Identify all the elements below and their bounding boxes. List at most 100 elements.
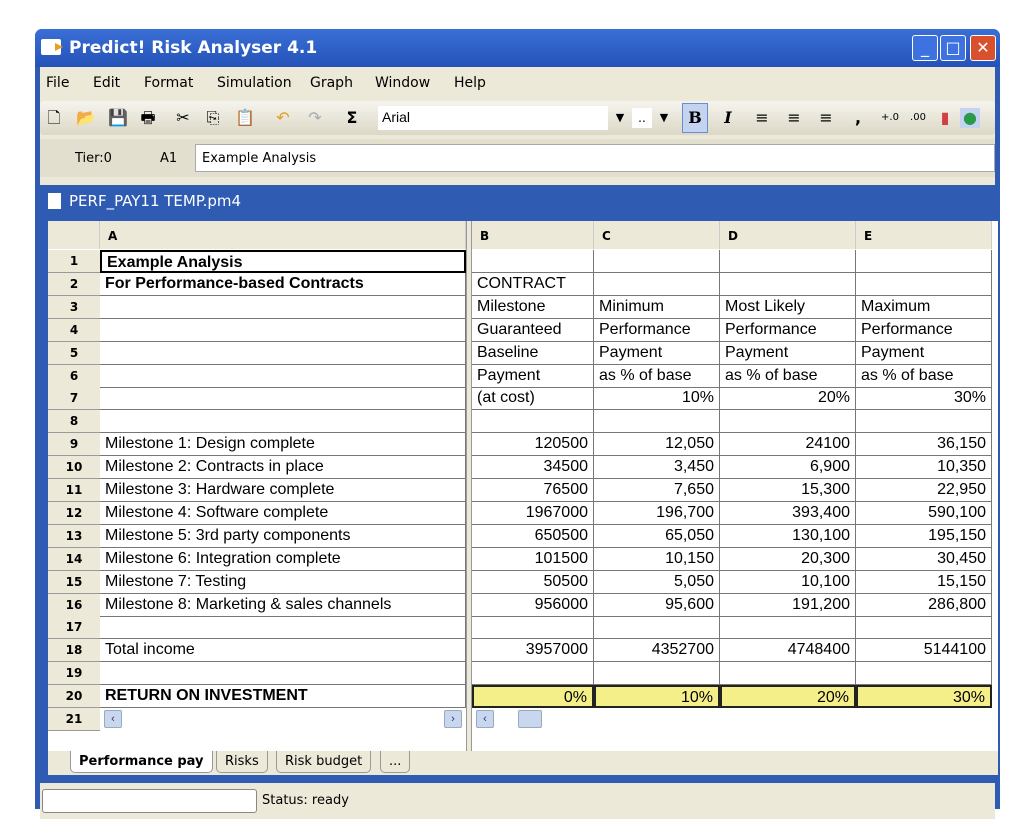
row-header[interactable]: 13 — [48, 524, 100, 548]
bold-button[interactable]: B — [682, 103, 708, 133]
maximize-button[interactable]: □ — [940, 35, 966, 61]
cell-a18[interactable]: Total income — [100, 639, 466, 663]
row-header[interactable]: 2 — [48, 272, 100, 296]
cell-b7[interactable]: (at cost) — [472, 387, 594, 411]
minimize-button[interactable]: _ — [912, 35, 938, 61]
tab-risk-budget[interactable]: Risk budget — [276, 751, 372, 773]
open-icon[interactable]: 📂 — [76, 108, 96, 128]
decrease-decimal-icon[interactable]: .00 — [908, 108, 928, 128]
cell-e9[interactable]: 36,150 — [856, 433, 992, 457]
cell-c20[interactable]: 10% — [594, 685, 720, 709]
cell-a13[interactable]: Milestone 5: 3rd party components — [100, 524, 466, 548]
cell-d5[interactable]: Payment — [720, 341, 856, 365]
cell-e14[interactable]: 30,450 — [856, 547, 992, 571]
scroll-left-button-right-pane[interactable]: ‹ — [476, 710, 494, 728]
cell-b15[interactable]: 50500 — [472, 570, 594, 594]
cell-a8[interactable] — [100, 410, 466, 434]
cell-e18[interactable]: 5144100 — [856, 639, 992, 663]
column-header[interactable]: B — [472, 221, 594, 249]
row-header[interactable]: 14 — [48, 547, 100, 571]
redo-icon[interactable]: ↷ — [305, 108, 325, 128]
cell-e20[interactable]: 30% — [856, 685, 992, 709]
cell-d2[interactable] — [720, 272, 856, 296]
cell-a9[interactable]: Milestone 1: Design complete — [100, 433, 466, 457]
scroll-right-button[interactable]: › — [444, 710, 462, 728]
row-header[interactable]: 8 — [48, 410, 100, 434]
scroll-left-button[interactable]: ‹ — [104, 710, 122, 728]
cell-e6[interactable]: as % of base — [856, 364, 992, 388]
menu-help[interactable]: Help — [454, 75, 486, 91]
cell-e19[interactable] — [856, 662, 992, 686]
cell-d20[interactable]: 20% — [720, 685, 856, 709]
cell-d1[interactable] — [720, 250, 856, 273]
tab-performance-pay[interactable]: Performance pay — [70, 751, 213, 773]
cell-b1[interactable] — [472, 250, 594, 273]
scrollbar-thumb[interactable] — [518, 710, 542, 728]
menu-format[interactable]: Format — [144, 75, 193, 91]
cell-a11[interactable]: Milestone 3: Hardware complete — [100, 479, 466, 502]
row-header[interactable]: 19 — [48, 662, 100, 686]
menu-graph[interactable]: Graph — [310, 75, 353, 91]
cell-c2[interactable] — [594, 272, 720, 296]
cell-c4[interactable]: Performance — [594, 318, 720, 342]
cell-e3[interactable]: Maximum — [856, 295, 992, 319]
cell-e15[interactable]: 15,150 — [856, 570, 992, 594]
row-header[interactable]: 1 — [48, 250, 100, 273]
cell-c15[interactable]: 5,050 — [594, 570, 720, 594]
copy-icon[interactable]: ⎘ — [203, 108, 223, 128]
cell-d3[interactable]: Most Likely — [720, 295, 856, 319]
row-header[interactable]: 16 — [48, 593, 100, 617]
align-left-icon[interactable]: ≡ — [752, 108, 772, 128]
tab-more[interactable]: ... — [380, 751, 411, 773]
cell-e11[interactable]: 22,950 — [856, 479, 992, 502]
cell-e5[interactable]: Payment — [856, 341, 992, 365]
cell-a3[interactable] — [100, 295, 466, 319]
cell-e7[interactable]: 30% — [856, 387, 992, 411]
formula-input[interactable] — [195, 144, 995, 172]
cell-d18[interactable]: 4748400 — [720, 639, 856, 663]
cell-d8[interactable] — [720, 410, 856, 434]
cell-d17[interactable] — [720, 616, 856, 640]
row-header[interactable]: 17 — [48, 616, 100, 640]
font-dropdown-icon[interactable]: ▼ — [610, 108, 630, 128]
row-header[interactable]: 4 — [48, 318, 100, 342]
cell-c9[interactable]: 12,050 — [594, 433, 720, 457]
cell-e2[interactable] — [856, 272, 992, 296]
cell-b17[interactable] — [472, 616, 594, 640]
chart-icon[interactable]: ▮ — [935, 108, 955, 128]
cell-b6[interactable]: Payment — [472, 364, 594, 388]
column-header[interactable]: E — [856, 221, 992, 249]
cell-b12[interactable]: 1967000 — [472, 501, 594, 525]
cell-e17[interactable] — [856, 616, 992, 640]
pane-splitter[interactable] — [466, 221, 472, 751]
cell-e12[interactable]: 590,100 — [856, 501, 992, 525]
cell-d11[interactable]: 15,300 — [720, 479, 856, 502]
cell-d10[interactable]: 6,900 — [720, 456, 856, 480]
increase-decimal-icon[interactable]: +.0 — [880, 108, 900, 128]
row-header[interactable]: 11 — [48, 479, 100, 502]
cell-b18[interactable]: 3957000 — [472, 639, 594, 663]
align-right-icon[interactable]: ≡ — [816, 108, 836, 128]
cell-b19[interactable] — [472, 662, 594, 686]
row-header[interactable]: 5 — [48, 341, 100, 365]
size-dropdown-icon[interactable]: ▼ — [654, 108, 674, 128]
cell-a12[interactable]: Milestone 4: Software complete — [100, 501, 466, 525]
row-header[interactable]: 3 — [48, 295, 100, 319]
undo-icon[interactable]: ↶ — [273, 108, 293, 128]
cell-a1[interactable]: Example Analysis — [100, 250, 466, 273]
cell-c12[interactable]: 196,700 — [594, 501, 720, 525]
cell-d7[interactable]: 20% — [720, 387, 856, 411]
font-select[interactable]: Arial — [378, 106, 608, 130]
row-header[interactable]: 9 — [48, 433, 100, 457]
cell-a4[interactable] — [100, 318, 466, 342]
new-icon[interactable]: 🗋 — [44, 108, 64, 128]
column-header[interactable]: A — [100, 221, 466, 249]
font-size-select[interactable]: .. — [632, 108, 652, 128]
cell-c17[interactable] — [594, 616, 720, 640]
cell-c14[interactable]: 10,150 — [594, 547, 720, 571]
row-header[interactable]: 6 — [48, 364, 100, 388]
cell-c10[interactable]: 3,450 — [594, 456, 720, 480]
cell-c13[interactable]: 65,050 — [594, 524, 720, 548]
menu-window[interactable]: Window — [375, 75, 430, 91]
row-header[interactable]: 10 — [48, 456, 100, 480]
